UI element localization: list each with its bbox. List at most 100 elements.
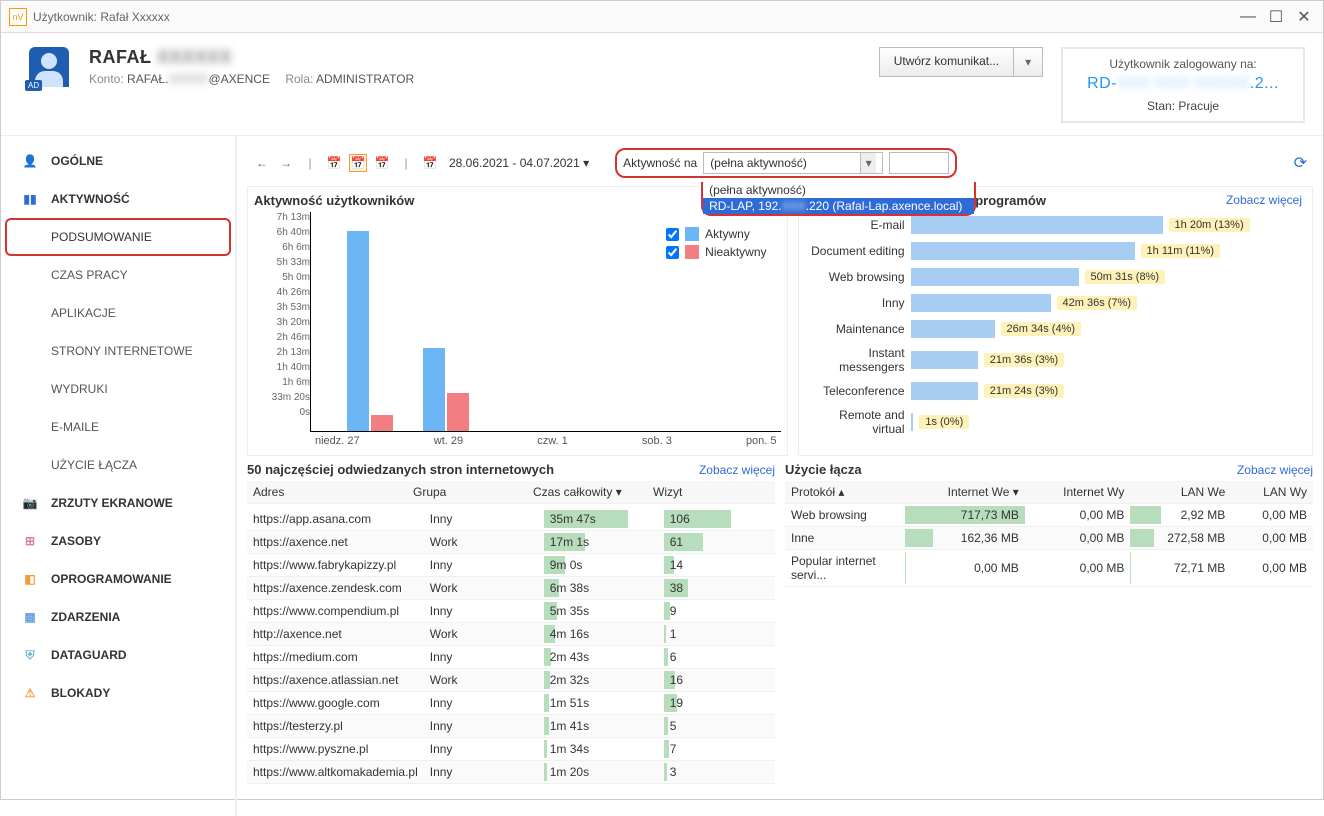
table-row[interactable]: https://axence.netWork17m 1s61 [247, 531, 775, 554]
logged-host[interactable]: RD-XXX XXX XXXXX.2... [1087, 75, 1279, 93]
sidebar-item[interactable]: ▮▮ AKTYWNOŚĆ [5, 180, 231, 218]
sidebar-item[interactable]: APLIKACJE [5, 294, 231, 332]
sites-table: Adres Grupa Czas całkowity ▾ Wizyt [247, 481, 775, 504]
calendar-pick-button[interactable]: 📅 [421, 154, 439, 172]
sidebar-item[interactable]: ◧OPROGRAMOWANIE [5, 560, 231, 598]
table-row[interactable]: https://www.google.comInny1m 51s19 [247, 692, 775, 715]
x-axis: niedz. 27wt. 29czw. 1sob. 3pon. 5 [311, 435, 781, 447]
sidebar-item-label: ZDARZENIA [51, 610, 120, 624]
sidebar-item-label: BLOKADY [51, 686, 110, 700]
sidebar-item[interactable]: WYDRUKI [5, 370, 231, 408]
table-row[interactable]: https://www.pyszne.plInny1m 34s7 [247, 738, 775, 761]
chevron-down-icon[interactable]: ▾ [860, 153, 876, 173]
header-actions: Utwórz komunikat... ▾ Użytkownik zalogow… [879, 47, 1305, 123]
table-row[interactable]: Popular internet servi...0,00 MB0,00 MB7… [785, 550, 1313, 587]
sidebar-item[interactable]: PODSUMOWANIE [5, 218, 231, 256]
table-row[interactable]: https://medium.comInny2m 43s6 [247, 646, 775, 669]
sidebar-item-label: UŻYCIE ŁĄCZA [51, 458, 137, 472]
sites-panel: 50 najczęściej odwiedzanych stron intern… [247, 462, 775, 812]
avatar: AD [29, 47, 69, 87]
y-axis: 7h 13m6h 40m6h 6m5h 33m5h 0m4h 26m3h 53m… [254, 212, 310, 432]
bar-active [423, 348, 445, 431]
table-row[interactable]: https://app.asana.comInny35m 47s106 [247, 508, 775, 531]
program-row: Web browsing50m 31s (8%) [805, 268, 1306, 286]
chevron-down-icon[interactable]: ▾ [1013, 48, 1042, 76]
refresh-button[interactable]: ⟳ [1294, 153, 1307, 173]
week-view-button[interactable]: 📅 [349, 154, 367, 172]
sites-more-link[interactable]: Zobacz więcej [699, 463, 775, 477]
create-message-button[interactable]: Utwórz komunikat... ▾ [879, 47, 1043, 77]
program-row: Instant messengers21m 36s (3%) [805, 346, 1306, 374]
login-box: Użytkownik zalogowany na: RD-XXX XXX XXX… [1061, 47, 1305, 123]
day-view-button[interactable]: 📅 [325, 154, 343, 172]
table-row[interactable]: https://axence.zendesk.comWork6m 38s38 [247, 577, 775, 600]
sidebar: 👤 OGÓLNE ▮▮ AKTYWNOŚĆ PODSUMOWANIE CZAS PRACY… [1, 136, 237, 816]
table-row[interactable]: https://www.compendium.plInny5m 35s9 [247, 600, 775, 623]
sidebar-item-label: OGÓLNE [51, 154, 103, 168]
bar-inactive [447, 393, 469, 431]
app-icon: nV [9, 8, 27, 26]
bandwidth-table: Protokół ▴ Internet We ▾ Internet Wy LAN… [785, 481, 1313, 587]
window-title: Użytkownik: Rafał Xxxxxx [33, 10, 1231, 24]
table-row[interactable]: Inne162,36 MB0,00 MB272,58 MB0,00 MB [785, 527, 1313, 550]
activity-chart-panel: Aktywność użytkowników 7h 13m6h 40m6h 6m… [247, 186, 788, 456]
sidebar-item-label: WYDRUKI [51, 382, 108, 396]
sidebar-item[interactable]: ⛨DATAGUARD [5, 636, 231, 674]
apps-icon: ◧ [21, 572, 39, 586]
table-row[interactable]: https://www.fabrykapizzy.plInny9m 0s14 [247, 554, 775, 577]
legend: Aktywny Nieaktywny [666, 227, 766, 263]
sidebar-item-label: STRONY INTERNETOWE [51, 344, 193, 358]
date-range[interactable]: 28.06.2021 - 04.07.2021 ▾ [449, 156, 589, 170]
sidebar-item-label: CZAS PRACY [51, 268, 128, 282]
sidebar-item-label: ZASOBY [51, 534, 101, 548]
user-block: RAFAŁ XXXXXX Konto: RAFAŁ.XXXXX@AXENCE R… [89, 47, 426, 86]
sidebar-item[interactable]: 👤 OGÓLNE [5, 142, 231, 180]
user-header: AD RAFAŁ XXXXXX Konto: RAFAŁ.XXXXX@AXENC… [1, 33, 1323, 136]
program-row: Teleconference21m 24s (3%) [805, 382, 1306, 400]
sidebar-item-label: ZRZUTY EKRANOWE [51, 496, 173, 510]
program-row: Document editing1h 11m (11%) [805, 242, 1306, 260]
legend-inactive-checkbox[interactable] [666, 246, 679, 259]
sidebar-item[interactable]: E-MAILE [5, 408, 231, 446]
bars-icon: ▮▮ [21, 192, 39, 206]
programs-panel: ie programów Zobacz więcej E-mail1h 20m … [798, 186, 1313, 456]
user-meta: Konto: RAFAŁ.XXXXX@AXENCE Rola: ADMINIST… [89, 72, 426, 86]
legend-active-checkbox[interactable] [666, 228, 679, 241]
titlebar: nV Użytkownik: Rafał Xxxxxx — ☐ ✕ [1, 1, 1323, 33]
program-row: E-mail1h 20m (13%) [805, 216, 1306, 234]
program-row: Maintenance26m 34s (4%) [805, 320, 1306, 338]
table-row[interactable]: https://testerzy.plInny1m 41s5 [247, 715, 775, 738]
sidebar-item-label: AKTYWNOŚĆ [51, 192, 130, 206]
sidebar-item-label: APLIKACJE [51, 306, 116, 320]
toolbar: ← → | 📅 📅 📅 | 📅 28.06.2021 - 04.07.2021 … [247, 140, 1313, 186]
sidebar-item[interactable]: UŻYCIE ŁĄCZA [5, 446, 231, 484]
month-view-button[interactable]: 📅 [373, 154, 391, 172]
camera-icon: 📷 [21, 496, 39, 510]
table-row[interactable]: http://axence.netWork4m 16s1 [247, 623, 775, 646]
program-row: Remote and virtual1s (0%) [805, 408, 1306, 436]
minimize-button[interactable]: — [1237, 6, 1259, 28]
table-row[interactable]: https://axence.atlassian.netWork2m 32s16 [247, 669, 775, 692]
table-row[interactable]: Web browsing717,73 MB0,00 MB2,92 MB0,00 … [785, 504, 1313, 527]
sidebar-item[interactable]: STRONY INTERNETOWE [5, 332, 231, 370]
close-button[interactable]: ✕ [1293, 6, 1315, 28]
user-icon: 👤 [21, 154, 39, 168]
bar-inactive [371, 415, 393, 431]
forward-button[interactable]: → [277, 154, 295, 172]
sidebar-item[interactable]: CZAS PRACY [5, 256, 231, 294]
bandwidth-more-link[interactable]: Zobacz więcej [1237, 463, 1313, 477]
programs-more-link[interactable]: Zobacz więcej [1226, 193, 1302, 207]
sidebar-item[interactable]: ⚠ BLOKADY [5, 674, 231, 712]
sidebar-item-label: DATAGUARD [51, 648, 127, 662]
sidebar-item[interactable]: ▦ZDARZENIA [5, 598, 231, 636]
activity-select[interactable]: (pełna aktywność) ▾ [703, 152, 883, 174]
dropdown-option-selected[interactable]: RD-LAP, 192.XXX.220 (Rafal-Lap.axence.lo… [703, 198, 974, 214]
maximize-button[interactable]: ☐ [1265, 6, 1287, 28]
activity-filter: Aktywność na (pełna aktywność) ▾ (pełna … [615, 148, 957, 178]
warning-icon: ⚠ [21, 686, 39, 700]
sidebar-item[interactable]: ⊞ZASOBY [5, 522, 231, 560]
back-button[interactable]: ← [253, 154, 271, 172]
dropdown-option[interactable]: (pełna aktywność) [703, 182, 974, 198]
table-row[interactable]: https://www.altkomakademia.plInny1m 20s3 [247, 761, 775, 784]
sidebar-item[interactable]: 📷 ZRZUTY EKRANOWE [5, 484, 231, 522]
